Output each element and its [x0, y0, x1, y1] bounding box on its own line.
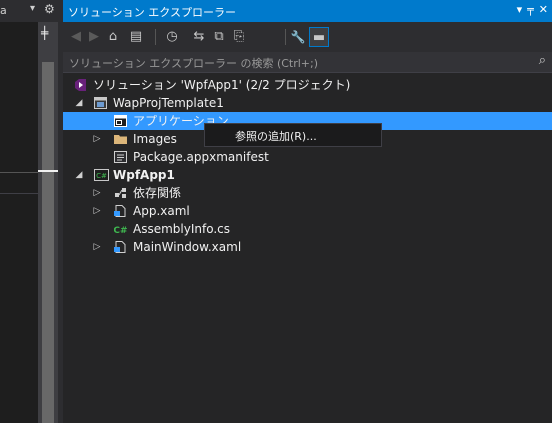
- tree-item-label: WapProjTemplate1: [113, 96, 224, 110]
- solution-explorer-titlebar: ソリューション エクスプローラー ▾ ╤ ✕: [63, 0, 552, 22]
- pending-changes-icon[interactable]: ◷: [161, 27, 183, 47]
- splitter-icon[interactable]: ╪: [41, 26, 48, 40]
- close-icon[interactable]: ✕: [539, 3, 548, 16]
- solution-explorer-toolbar: ◀ ▶ ⌂ ▤ ◷ ⇆ ⧉ ⎘ 🔧 ▬: [63, 22, 552, 52]
- search-icon[interactable]: ⌕: [539, 53, 546, 68]
- expand-arrow-icon[interactable]: ▷: [91, 184, 103, 202]
- tree-item-app-xaml[interactable]: ▷ App.xaml: [63, 202, 552, 220]
- search-input[interactable]: ソリューション エクスプローラー の検索 (Ctrl+;): [69, 55, 318, 71]
- left-pane-title: a: [0, 4, 7, 17]
- show-all-files-icon[interactable]: ⎘: [231, 27, 247, 47]
- wrench-icon[interactable]: 🔧: [289, 27, 307, 47]
- csharp-project-icon: C#: [94, 169, 109, 181]
- svg-text:C#: C#: [96, 172, 107, 180]
- toolbar-separator: [155, 29, 156, 45]
- divider: [0, 172, 38, 173]
- application-icon: [114, 115, 127, 127]
- xaml-file-icon: [114, 241, 126, 253]
- tree-item-label: Images: [133, 132, 177, 146]
- tree-item-label: MainWindow.xaml: [133, 240, 242, 254]
- vertical-scrollbar[interactable]: ╪: [38, 22, 58, 423]
- tree-item-assemblyinfo-cs[interactable]: C# AssemblyInfo.cs: [63, 220, 552, 238]
- tree-item-solution[interactable]: ソリューション 'WpfApp1' (2/2 プロジェクト): [63, 76, 552, 94]
- panel-title: ソリューション エクスプローラー: [68, 6, 236, 19]
- collapse-all-icon[interactable]: ⧉: [211, 27, 227, 47]
- preview-icon[interactable]: ▬: [309, 27, 329, 47]
- expand-arrow-icon[interactable]: ▷: [91, 202, 103, 220]
- tree-item-label: AssemblyInfo.cs: [133, 222, 231, 236]
- package-project-icon: [94, 97, 107, 109]
- dependencies-icon: [115, 188, 126, 198]
- left-pane: a ▾ ⚙ ╪: [0, 0, 58, 423]
- context-menu: 参照の追加(R)...: [204, 123, 382, 147]
- tree-item-package-appxmanifest[interactable]: Package.appxmanifest: [63, 148, 552, 166]
- folder-icon: [114, 135, 127, 144]
- gear-icon[interactable]: ⚙: [44, 2, 55, 16]
- home-icon[interactable]: ⌂: [105, 27, 121, 47]
- window-position-dropdown-icon[interactable]: ▾: [517, 3, 523, 16]
- left-pane-content: [0, 22, 38, 423]
- tree-item-label: App.xaml: [133, 204, 190, 218]
- sync-icon[interactable]: ⇆: [191, 27, 207, 47]
- tree-item-label: 依存関係: [133, 186, 182, 200]
- tree-item-wapprojtemplate1[interactable]: ◢ WapProjTemplate1: [63, 94, 552, 112]
- chevron-down-icon[interactable]: ▾: [30, 3, 35, 14]
- scrollbar-thumb[interactable]: [42, 62, 54, 423]
- tree-item-label: Package.appxmanifest: [133, 150, 269, 164]
- collapse-arrow-icon[interactable]: ◢: [73, 94, 85, 112]
- back-icon[interactable]: ◀: [69, 27, 83, 47]
- search-box[interactable]: ソリューション エクスプローラー の検索 (Ctrl+;) ⌕: [63, 52, 552, 73]
- tree-item-dependencies[interactable]: ▷ 依存関係: [63, 184, 552, 202]
- xaml-file-icon: [114, 205, 126, 217]
- tree-item-label: ソリューション 'WpfApp1' (2/2 プロジェクト): [93, 78, 351, 92]
- expand-arrow-icon[interactable]: ▷: [91, 130, 103, 148]
- toolbar-separator: [285, 29, 286, 45]
- scroll-marker: [38, 170, 58, 172]
- menu-item-add-reference[interactable]: 参照の追加(R)...: [235, 128, 317, 144]
- expand-arrow-icon[interactable]: ▷: [91, 238, 103, 256]
- divider: [0, 193, 38, 194]
- manifest-icon: [114, 151, 127, 163]
- forward-icon[interactable]: ▶: [87, 27, 101, 47]
- tree-item-label: WpfApp1: [113, 168, 175, 182]
- pin-icon[interactable]: ╤: [527, 3, 534, 16]
- csharp-file-icon: C#: [114, 226, 127, 235]
- solution-icon: [75, 79, 86, 91]
- solution-explorer: ソリューション エクスプローラー ▾ ╤ ✕ ◀ ▶ ⌂ ▤ ◷ ⇆ ⧉ ⎘ 🔧 ▬…: [63, 0, 552, 423]
- collapse-arrow-icon[interactable]: ◢: [73, 166, 85, 184]
- svg-text:C#: C#: [114, 226, 127, 235]
- switch-views-icon[interactable]: ▤: [125, 27, 147, 47]
- tree-item-mainwindow-xaml[interactable]: ▷ MainWindow.xaml: [63, 238, 552, 256]
- left-pane-titlebar: a ▾ ⚙: [0, 0, 58, 22]
- tree-item-wpfapp1[interactable]: ◢ C# WpfApp1: [63, 166, 552, 184]
